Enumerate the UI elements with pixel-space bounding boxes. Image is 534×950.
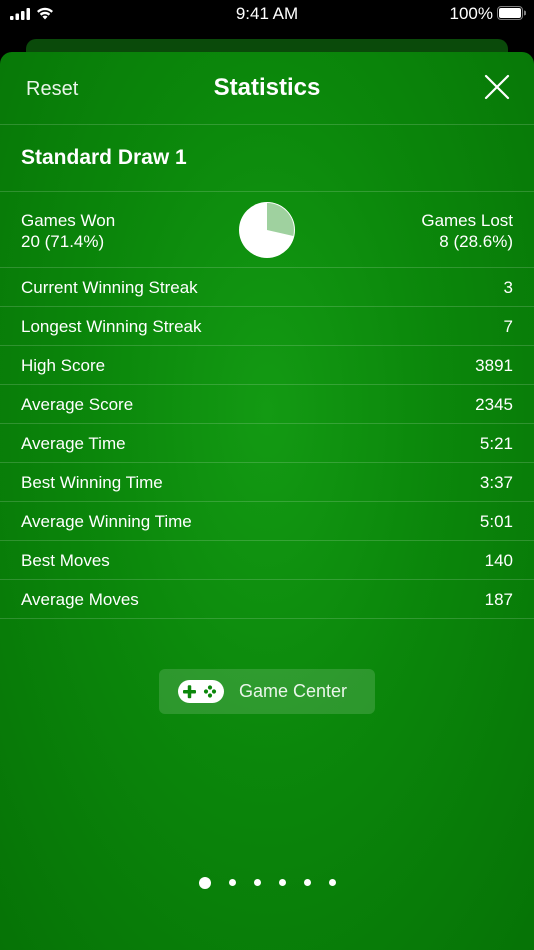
statistics-sheet: Reset Statistics Standard Draw 1 Games W… [0,52,534,950]
page-title: Statistics [213,74,321,101]
games-won-label: Games Won [21,211,116,230]
games-lost-label: Games Lost [421,211,513,230]
stat-row: High Score 3891 [0,346,534,385]
close-icon[interactable] [484,74,510,100]
stat-row: Average Time 5:21 [0,424,534,463]
status-bar: 9:41 AM 100% [0,0,534,28]
stat-value: 3 [503,278,513,297]
stat-label: High Score [21,356,106,375]
win-loss-pie-chart [239,202,295,258]
stat-value: 187 [484,590,513,609]
game-center-label: Game Center [239,681,348,701]
stat-label: Average Winning Time [21,512,192,531]
stat-label: Longest Winning Streak [21,317,202,336]
stat-value: 5:01 [479,512,513,531]
games-lost: Games Lost 8 (28.6%) [421,210,513,252]
nav-bar: Reset Statistics [0,52,534,125]
page-dot[interactable] [278,879,286,887]
stat-value: 140 [484,551,513,570]
page-dot[interactable] [328,879,336,887]
stat-label: Best Winning Time [21,473,163,492]
stat-value: 3891 [475,356,513,375]
games-won-value: 20 (71.4%) [21,232,105,251]
stat-row: Longest Winning Streak 7 [0,307,534,346]
stat-label: Best Moves [21,551,110,570]
stat-label: Average Time [21,434,126,453]
screen: 9:41 AM 100% Reset Statistics Standard D… [0,0,534,950]
page-dot[interactable] [253,879,261,887]
page-indicator [0,874,534,889]
section-title: Standard Draw 1 [21,146,187,169]
stat-value: 7 [503,317,513,336]
stat-value: 3:37 [479,473,513,492]
stat-label: Average Moves [21,590,139,609]
games-lost-value: 8 (28.6%) [439,232,513,251]
page-dot[interactable] [198,876,211,889]
stat-label: Current Winning Streak [21,278,198,297]
game-controller-icon [178,680,224,703]
games-won: Games Won 20 (71.4%) [21,210,115,252]
stat-row: Average Winning Time 5:01 [0,502,534,541]
stat-row: Best Moves 140 [0,541,534,580]
stat-row: Average Score 2345 [0,385,534,424]
stat-value: 5:21 [479,434,513,453]
stat-value: 2345 [475,395,513,414]
stat-row: Average Moves 187 [0,580,534,619]
battery-icon [497,6,526,20]
divider [0,191,534,192]
page-dot[interactable] [303,879,311,887]
stat-row: Best Winning Time 3:37 [0,463,534,502]
game-center-button[interactable]: Game Center [159,669,375,714]
stat-row: Current Winning Streak 3 [0,268,534,307]
stats-list: Current Winning Streak 3 Longest Winning S… [0,268,534,619]
page-dot[interactable] [228,879,236,887]
stat-label: Average Score [21,395,134,414]
battery-percent: 100% [449,4,493,23]
